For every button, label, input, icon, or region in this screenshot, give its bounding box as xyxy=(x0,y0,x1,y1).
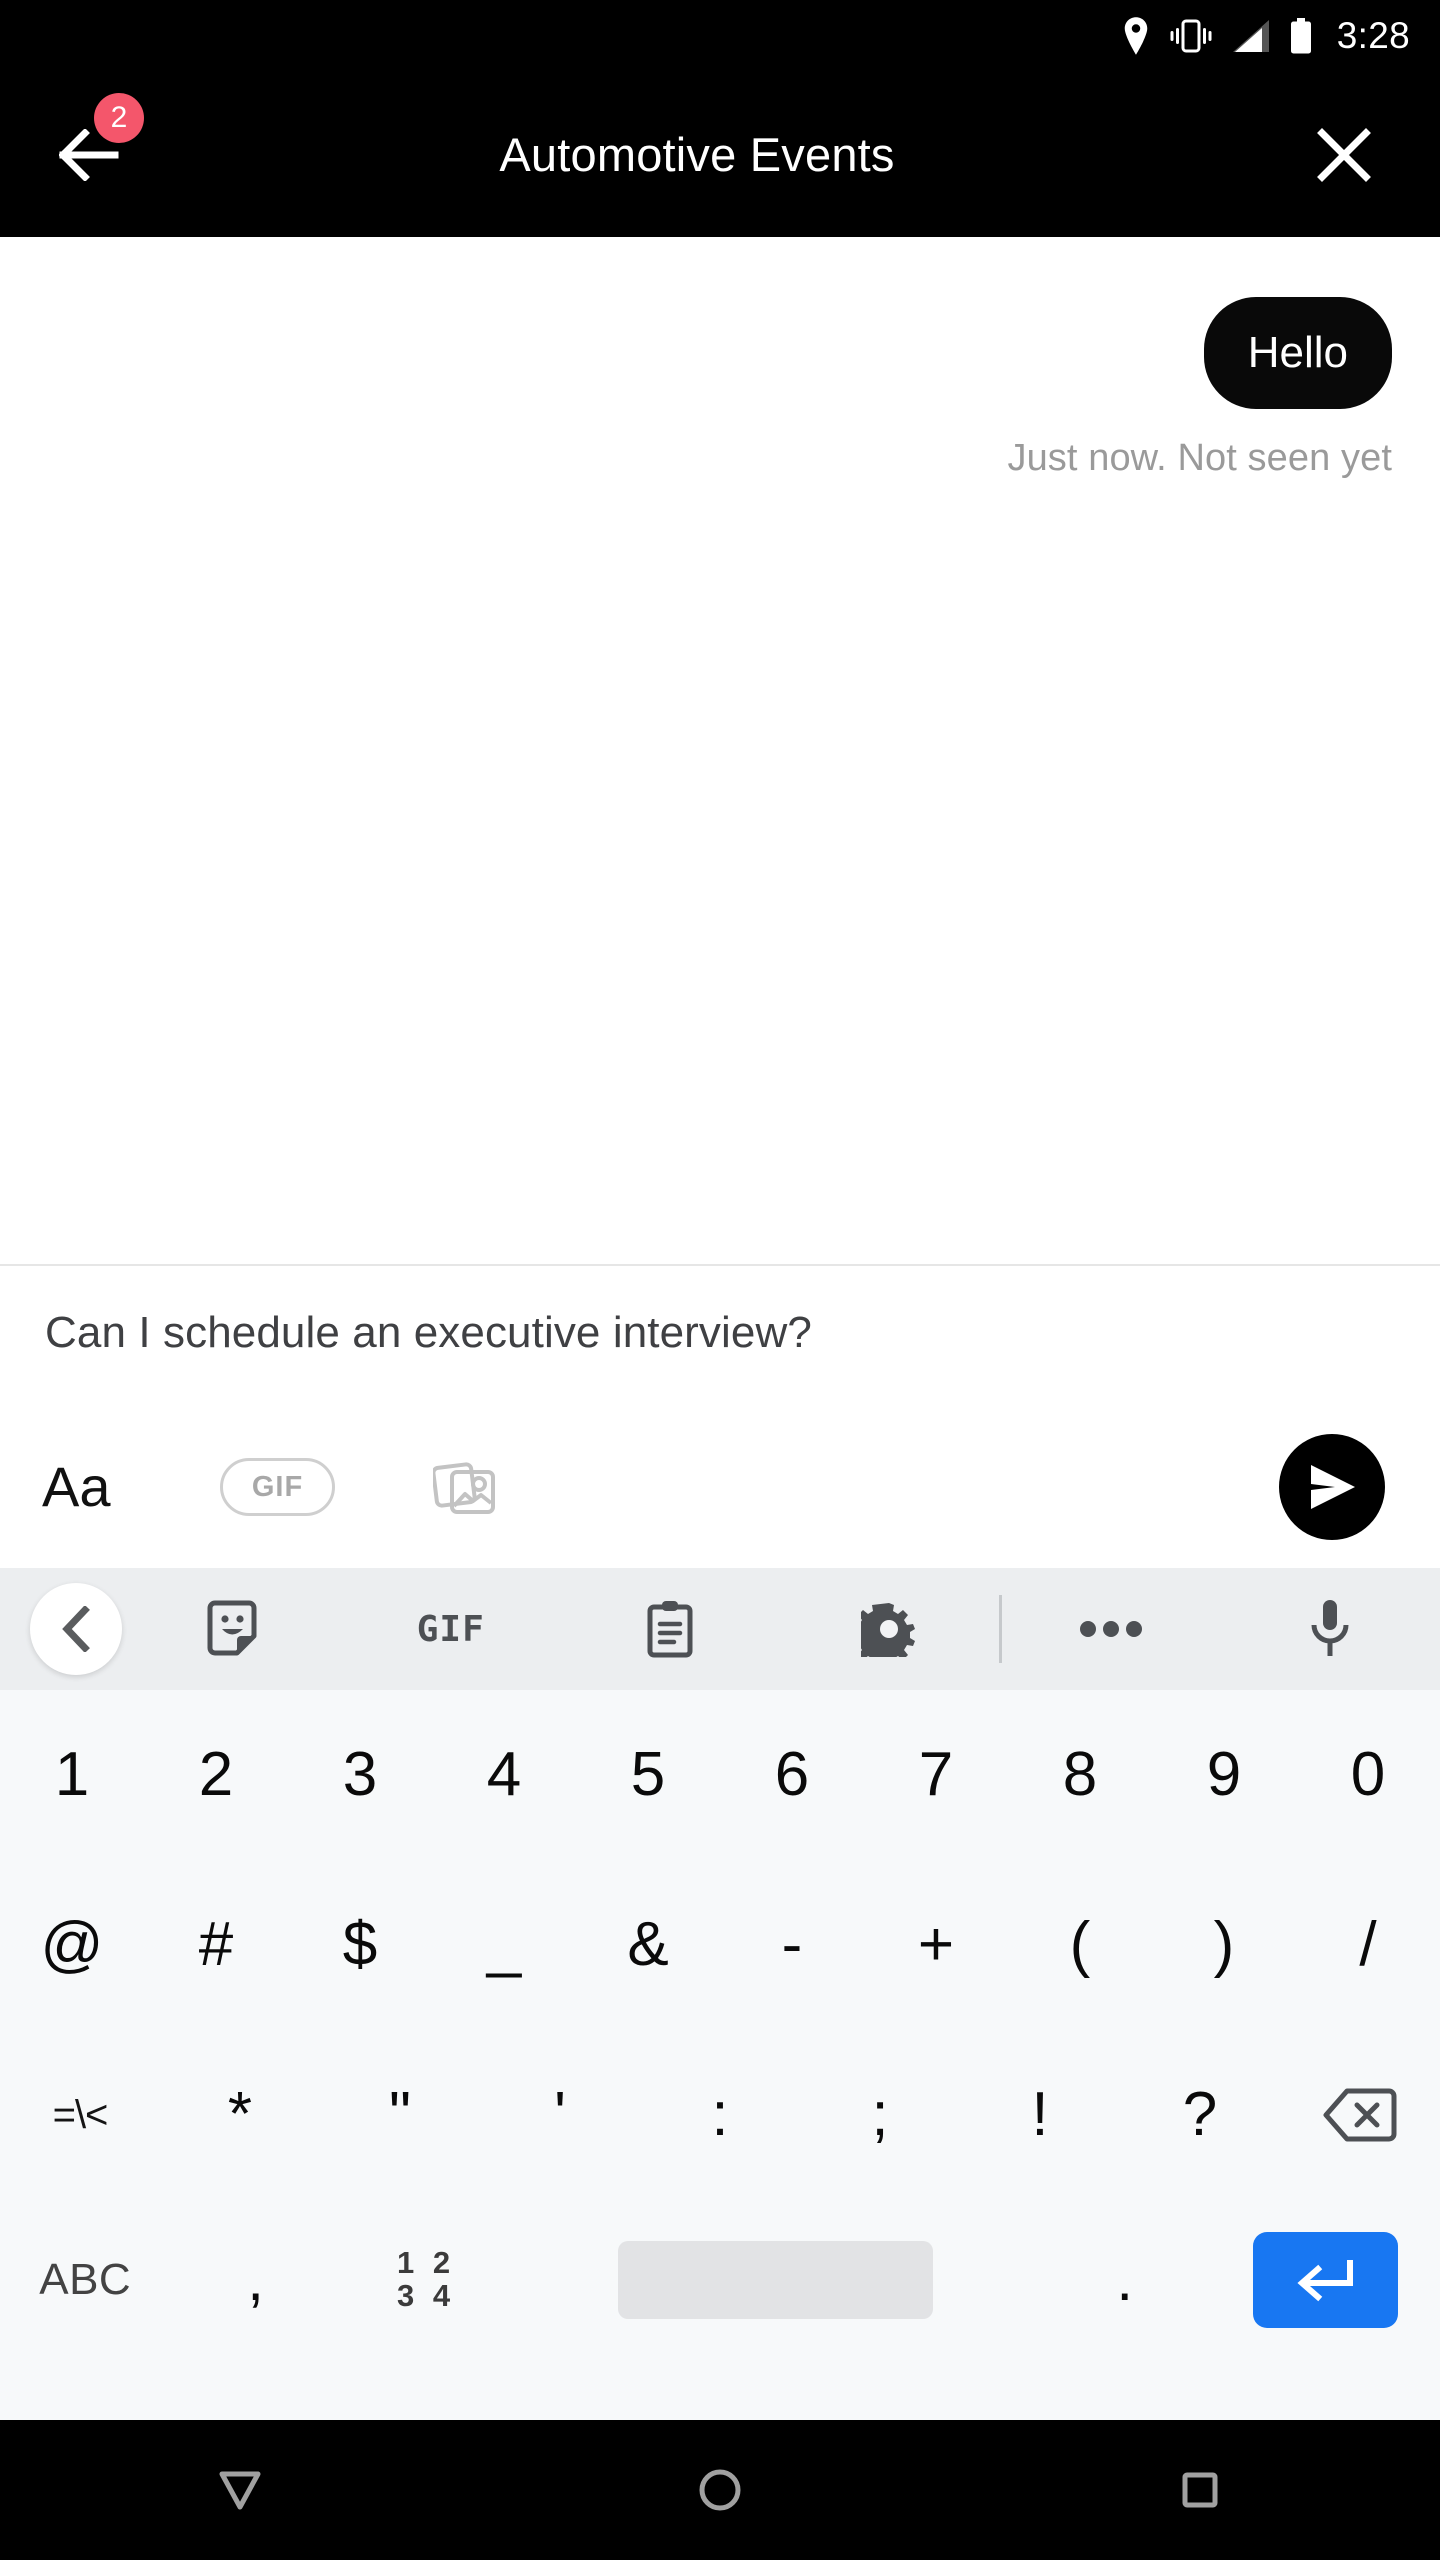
send-button[interactable] xyxy=(1279,1434,1385,1540)
message-thread: Hello Just now. Not seen yet xyxy=(0,237,1440,1264)
numpad-glyph: 1 2 3 4 xyxy=(397,2247,455,2312)
key-underscore[interactable]: _ xyxy=(432,1860,576,2030)
key-7[interactable]: 7 xyxy=(864,1690,1008,1860)
key-2[interactable]: 2 xyxy=(144,1690,288,1860)
key-slash[interactable]: / xyxy=(1296,1860,1440,2030)
microphone-icon xyxy=(1311,1600,1349,1656)
key-3[interactable]: 3 xyxy=(288,1690,432,1860)
key-asterisk[interactable]: * xyxy=(160,2030,320,2200)
send-icon xyxy=(1311,1465,1355,1509)
key-comma[interactable]: , xyxy=(170,2200,340,2360)
nav-recents-button[interactable] xyxy=(1120,2420,1280,2560)
key-exclamation[interactable]: ! xyxy=(960,2030,1120,2200)
key-hyphen[interactable]: - xyxy=(720,1860,864,2030)
key-period[interactable]: . xyxy=(1040,2200,1210,2360)
key-8[interactable]: 8 xyxy=(1008,1690,1152,1860)
key-numpad-switch[interactable]: 1 2 3 4 xyxy=(341,2200,511,2360)
key-semicolon[interactable]: ; xyxy=(800,2030,960,2200)
gif-button[interactable]: GIF xyxy=(220,1458,335,1516)
back-button[interactable]: 2 xyxy=(34,92,146,211)
key-6[interactable]: 6 xyxy=(720,1690,864,1860)
key-ampersand[interactable]: & xyxy=(576,1860,720,2030)
nav-home-button[interactable] xyxy=(640,2420,800,2560)
toolbar-settings-button[interactable] xyxy=(780,1601,999,1657)
page-title: Automotive Events xyxy=(499,128,895,181)
toolbar-sticker-button[interactable] xyxy=(122,1600,341,1658)
key-9[interactable]: 9 xyxy=(1152,1690,1296,1860)
key-plus[interactable]: + xyxy=(864,1860,1008,2030)
key-paren-close[interactable]: ) xyxy=(1152,1860,1296,2030)
keyboard-row-symbols-2: =\< * " ' : ; ! ? xyxy=(0,2030,1440,2200)
key-at[interactable]: @ xyxy=(0,1860,144,2030)
battery-icon xyxy=(1290,18,1312,54)
sticker-icon xyxy=(207,1600,257,1656)
text-format-button[interactable]: Aa xyxy=(42,1459,172,1515)
enter-icon xyxy=(1297,2260,1353,2302)
message-status: Just now. Not seen yet xyxy=(1007,437,1392,479)
key-abc-switch[interactable]: ABC xyxy=(0,2200,170,2360)
gallery-button[interactable] xyxy=(433,1458,495,1516)
close-icon xyxy=(1317,127,1371,182)
nav-back-triangle-icon xyxy=(219,2471,261,2510)
key-quote-double[interactable]: " xyxy=(320,2030,480,2200)
message-row: Hello xyxy=(48,297,1392,409)
message-input[interactable]: Can I schedule an executive interview? xyxy=(45,1308,812,1358)
composer-toolbar: Aa GIF xyxy=(0,1406,1440,1568)
enter-key-surface xyxy=(1252,2232,1398,2328)
clipboard-icon xyxy=(647,1601,693,1658)
spacebar-surface xyxy=(617,2241,933,2319)
key-backspace[interactable] xyxy=(1280,2087,1440,2143)
close-button[interactable] xyxy=(1288,99,1400,211)
key-dollar[interactable]: $ xyxy=(288,1860,432,2030)
toolbar-mic-button[interactable] xyxy=(1221,1598,1440,1660)
gear-icon xyxy=(861,1603,916,1657)
key-0[interactable]: 0 xyxy=(1296,1690,1440,1860)
keyboard-rows: 1 2 3 4 5 6 7 8 9 0 @ # $ _ & - + ( ) / … xyxy=(0,1690,1440,2360)
image-gallery-icon xyxy=(433,1462,495,1514)
key-quote-single[interactable]: ' xyxy=(480,2030,640,2200)
key-4[interactable]: 4 xyxy=(432,1690,576,1860)
message-bubble-outgoing[interactable]: Hello xyxy=(1203,297,1392,409)
on-screen-keyboard: GIF 1 2 3 4 5 6 7 8 9 0 @ # $ _ & - + (… xyxy=(0,1568,1440,2420)
key-hash[interactable]: # xyxy=(144,1860,288,2030)
keyboard-row-bottom: ABC , 1 2 3 4 . xyxy=(0,2200,1440,2360)
toolbar-back-button[interactable] xyxy=(30,1583,122,1675)
unread-badge: 2 xyxy=(94,92,144,143)
vibrate-icon xyxy=(1170,19,1212,53)
phone-screen: 3:28 2 Automotive Events Hello Just now.… xyxy=(0,0,1440,2560)
keyboard-row-symbols-1: @ # $ _ & - + ( ) / xyxy=(0,1860,1440,2030)
message-composer: Can I schedule an executive interview? A… xyxy=(0,1266,1440,1568)
key-space[interactable] xyxy=(511,2241,1039,2319)
key-1[interactable]: 1 xyxy=(0,1690,144,1860)
toolbar-gif-label: GIF xyxy=(416,1608,485,1650)
key-symbol-switch[interactable]: =\< xyxy=(0,2030,160,2200)
toolbar-gif-button[interactable]: GIF xyxy=(341,1609,560,1650)
android-nav-bar xyxy=(0,2420,1440,2560)
app-bar: 2 Automotive Events xyxy=(0,72,1440,237)
toolbar-more-button[interactable] xyxy=(1002,1619,1221,1639)
chevron-left-icon xyxy=(62,1606,90,1652)
numpad-glyph-top: 1 2 xyxy=(397,2245,456,2281)
status-bar: 3:28 xyxy=(0,0,1440,72)
location-pin-icon xyxy=(1121,17,1151,55)
key-enter[interactable] xyxy=(1210,2232,1440,2328)
nav-recents-square-icon xyxy=(1182,2472,1218,2508)
keyboard-row-numbers: 1 2 3 4 5 6 7 8 9 0 xyxy=(0,1690,1440,1860)
key-5[interactable]: 5 xyxy=(576,1690,720,1860)
key-paren-open[interactable]: ( xyxy=(1008,1860,1152,2030)
keyboard-toolbar: GIF xyxy=(0,1568,1440,1690)
key-question[interactable]: ? xyxy=(1120,2030,1280,2200)
numpad-glyph-bottom: 3 4 xyxy=(397,2278,456,2313)
signal-icon xyxy=(1231,19,1271,53)
nav-home-circle-icon xyxy=(699,2469,741,2511)
toolbar-clipboard-button[interactable] xyxy=(560,1600,779,1658)
key-colon[interactable]: : xyxy=(640,2030,800,2200)
backspace-icon xyxy=(1323,2088,1397,2142)
nav-back-button[interactable] xyxy=(160,2420,320,2560)
status-bar-clock: 3:28 xyxy=(1336,15,1410,56)
more-horizontal-icon xyxy=(1080,1621,1143,1637)
